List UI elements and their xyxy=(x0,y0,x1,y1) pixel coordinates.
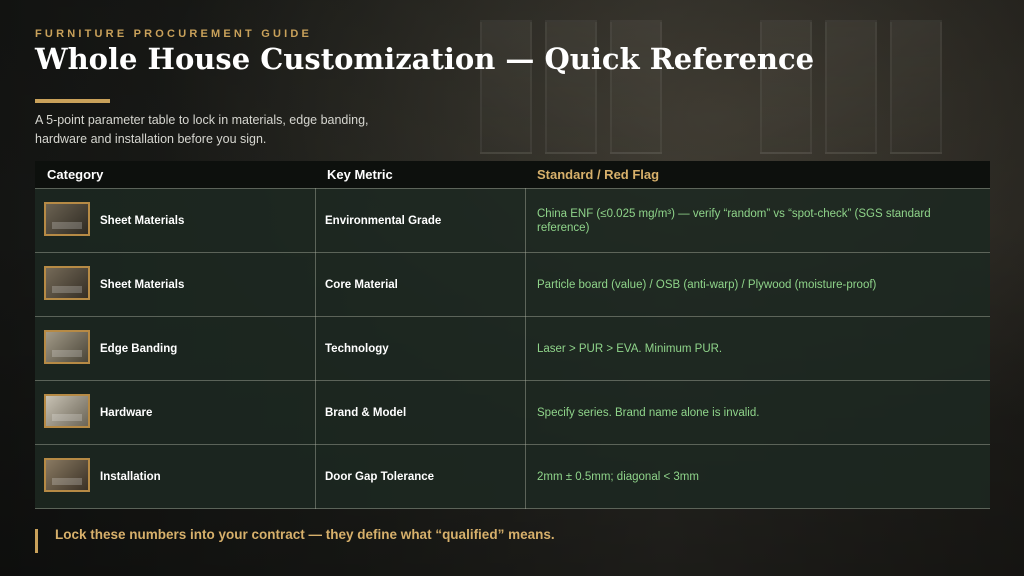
table-row: Sheet Materials Core Material Particle b… xyxy=(35,252,990,317)
row-metric: Core Material xyxy=(325,279,398,291)
eyebrow: FURNITURE PROCUREMENT GUIDE xyxy=(35,28,313,40)
row-category: Sheet Materials xyxy=(100,215,185,227)
row-category: Sheet Materials xyxy=(100,279,185,291)
row-category: Edge Banding xyxy=(100,343,178,355)
table-row: Sheet Materials Environmental Grade Chin… xyxy=(35,188,990,253)
header-metric: Key Metric xyxy=(327,167,393,182)
row-standard: Laser > PUR > EVA. Minimum PUR. xyxy=(537,343,723,355)
column-divider xyxy=(525,188,526,509)
table-bottom-border xyxy=(35,508,990,510)
row-standard: Particle board (value) / OSB (anti-warp)… xyxy=(537,279,877,291)
workshop-photo-icon xyxy=(44,330,90,364)
footer-note: Lock these numbers into your contract — … xyxy=(55,527,555,542)
header-category: Category xyxy=(47,167,104,182)
table-row: Edge Banding Technology Laser > PUR > EV… xyxy=(35,316,990,381)
row-metric: Environmental Grade xyxy=(325,215,442,227)
hinge-photo-icon xyxy=(44,394,90,428)
row-category: Hardware xyxy=(100,407,153,419)
header-standard: Standard / Red Flag xyxy=(537,167,660,182)
subtitle: A 5-point parameter table to lock in mat… xyxy=(35,113,369,146)
parameter-table: Category Key Metric Standard / Red Flag … xyxy=(35,161,990,509)
page-title: Whole House Customization — Quick Refere… xyxy=(35,42,815,76)
row-standard: Specify series. Brand name alone is inva… xyxy=(537,407,760,419)
row-category: Installation xyxy=(100,471,161,483)
row-metric: Technology xyxy=(325,343,389,355)
factory-photo-icon xyxy=(44,202,90,236)
row-metric: Brand & Model xyxy=(325,407,407,419)
table-row: Installation Door Gap Tolerance 2mm ± 0.… xyxy=(35,444,990,509)
install-photo-icon xyxy=(44,458,90,492)
accent-rule xyxy=(35,99,110,103)
table-header: Category Key Metric Standard / Red Flag xyxy=(35,161,990,188)
row-standard: 2mm ± 0.5mm; diagonal < 3mm xyxy=(537,471,699,483)
table-row: Hardware Brand & Model Specify series. B… xyxy=(35,380,990,445)
column-divider xyxy=(315,188,316,509)
row-standard: China ENF (≤0.025 mg/m³) — verify “rando… xyxy=(537,208,931,234)
row-metric: Door Gap Tolerance xyxy=(325,471,435,483)
footer-accent-bar xyxy=(35,529,38,553)
factory-photo-icon xyxy=(44,266,90,300)
